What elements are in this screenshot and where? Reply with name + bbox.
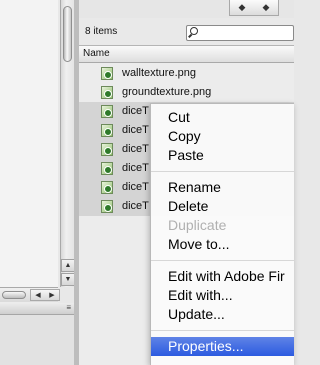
scroll-down-button[interactable]: ▼ [61,273,75,286]
file-list-item[interactable]: walltexture.png [79,64,294,83]
file-name: groundtexture.png [122,86,212,98]
dock-right-icon[interactable]: ◆ [263,2,270,13]
left-horizontal-scroll-thumb[interactable] [2,291,26,299]
panel-menu-icon[interactable]: ≡ [66,303,71,312]
items-count: 8 items [85,26,118,37]
search-row: 8 items [79,18,294,46]
scroll-up-icon: ▲ [64,262,72,269]
file-name: diceT [122,124,149,136]
menu-separator [151,260,294,261]
left-horizontal-scroll-arrows[interactable]: ◀ ▶ [30,289,60,301]
file-name: diceT [122,143,149,155]
scroll-down-icon: ▼ [64,276,72,283]
scroll-up-button[interactable]: ▲ [61,259,75,272]
scroll-right-icon[interactable]: ▶ [49,291,54,299]
menu-separator [151,171,294,172]
menu-item-copy[interactable]: Copy [151,127,294,146]
left-panel-content [0,0,58,287]
menu-item-edit-with-adobe-fir[interactable]: Edit with Adobe Fir [151,267,294,286]
menu-item-properties[interactable]: Properties... [151,337,294,356]
left-vertical-scroll-thumb[interactable] [63,6,72,62]
panel-top-bar: ◆ ◆ [79,0,294,18]
left-panel-footer: ≡ [0,303,74,365]
file-name: diceT [122,200,149,212]
left-vertical-scrollbar[interactable]: ▲ ▼ [60,0,75,287]
png-image-icon [101,124,113,137]
png-image-icon [101,200,113,213]
search-input[interactable] [186,25,294,41]
panel-dock-control[interactable]: ◆ ◆ [229,0,279,16]
png-image-icon [101,105,113,118]
menu-separator [151,330,294,331]
left-panel-options-strip: ≡ [0,303,74,315]
menu-item-delete[interactable]: Delete [151,197,294,216]
file-name: diceT [122,162,149,174]
png-image-icon [101,86,113,99]
dock-left-icon[interactable]: ◆ [239,2,246,13]
file-name: diceT [122,105,149,117]
menu-item-edit-with[interactable]: Edit with... [151,286,294,305]
menu-item-update[interactable]: Update... [151,305,294,324]
name-column-header[interactable]: Name [79,46,294,63]
png-image-icon [101,181,113,194]
context-menu: Cut Copy Paste Rename Delete Duplicate Move to… [150,103,294,365]
scroll-left-icon[interactable]: ◀ [35,291,40,299]
file-name: walltexture.png [122,67,196,79]
png-image-icon [101,162,113,175]
menu-item-rename[interactable]: Rename [151,178,294,197]
menu-item-paste[interactable]: Paste [151,146,294,165]
file-name: diceT [122,181,149,193]
search-icon [190,27,198,35]
file-list-item[interactable]: groundtexture.png [79,83,294,102]
menu-item-duplicate: Duplicate [168,217,227,233]
png-image-icon [101,67,113,80]
menu-item-cut[interactable]: Cut [151,108,294,127]
png-image-icon [101,143,113,156]
menu-item-move-to[interactable]: Move to... [151,235,294,254]
